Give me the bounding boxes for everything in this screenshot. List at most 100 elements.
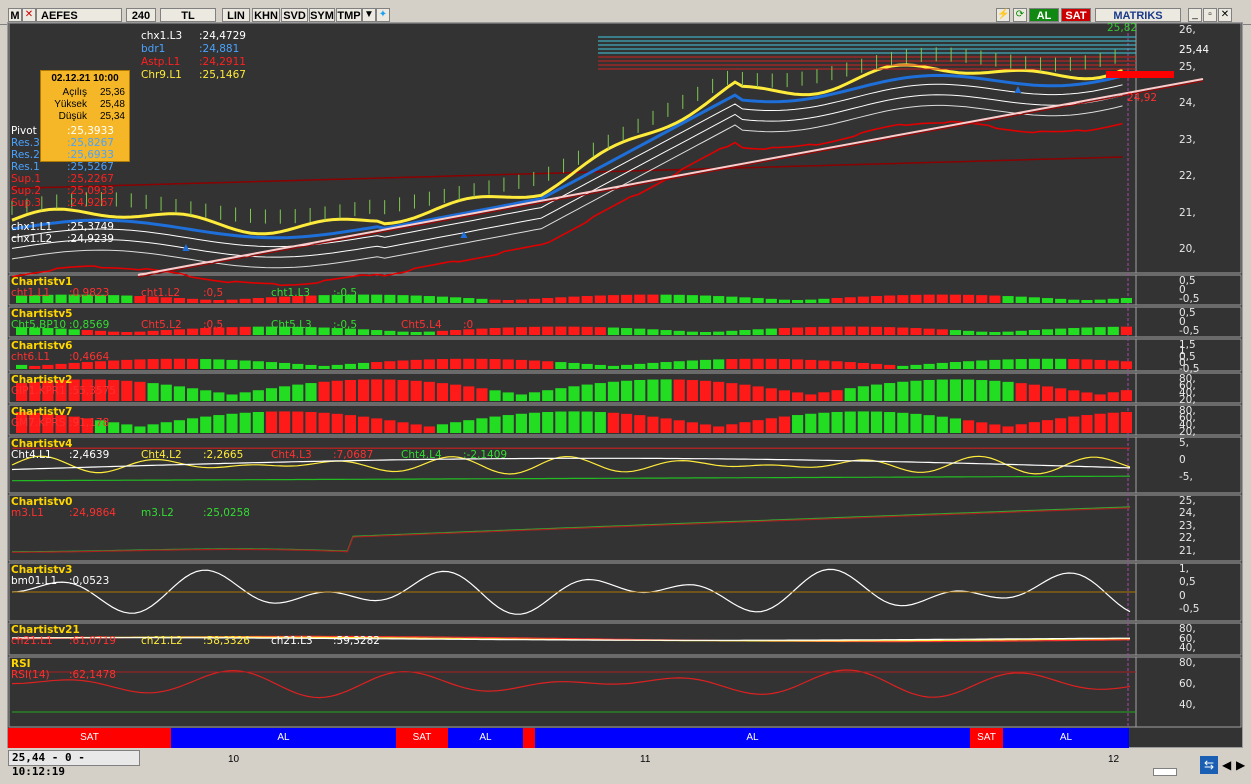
restore-icon[interactable]: ▫ [1203, 8, 1217, 22]
hist-bar [910, 380, 922, 401]
hist-bar [108, 331, 120, 335]
sync-icon[interactable]: ⇆ [1200, 756, 1218, 774]
hist-bar [792, 359, 804, 369]
hist-bar [949, 362, 962, 369]
signal-sat-segment: SAT [396, 728, 448, 748]
hist-bar [213, 392, 225, 401]
symbol-field[interactable]: AEFES [36, 8, 122, 22]
hist-bar [673, 330, 685, 335]
hist-bar [647, 416, 659, 433]
hist-bar [831, 298, 843, 303]
signal-al-segment: AL [1003, 728, 1129, 748]
hist-bar [647, 329, 659, 335]
lightning-icon[interactable]: ⚡ [996, 8, 1010, 22]
hist-bar [699, 424, 712, 433]
menu-icon[interactable]: ✕ [22, 8, 36, 22]
scroll-right-icon[interactable]: ▶ [1236, 758, 1245, 772]
hist-bar [963, 294, 975, 303]
hist-bar [765, 358, 777, 369]
hist-bar [318, 412, 330, 433]
hist-bar [699, 359, 712, 369]
hist-bar [976, 422, 988, 433]
sym-button[interactable]: SYM [309, 8, 335, 22]
menu-button[interactable]: M [8, 8, 22, 22]
twitter-icon[interactable]: ✦ [376, 8, 390, 22]
hist-bar [1055, 358, 1067, 369]
status-bar [0, 750, 1251, 784]
khn-button[interactable]: KHN [252, 8, 280, 22]
hist-bar [476, 298, 488, 303]
hist-bar [81, 418, 93, 433]
hist-bar [160, 330, 172, 335]
hist-bar [410, 424, 422, 433]
hist-bar [976, 295, 988, 303]
hist-bar [213, 415, 225, 433]
hist-bar [94, 420, 107, 433]
hist-bar [1028, 384, 1040, 401]
hist-bar [1002, 359, 1014, 369]
hist-bar [81, 294, 93, 303]
chart-frame[interactable]: ▲ ▲ ▲ [7, 22, 1243, 748]
hist-bar [660, 294, 672, 303]
tmp-button[interactable]: TMP [336, 8, 362, 22]
hist-bar [778, 359, 791, 369]
brand-logo: MATRIKS [1095, 8, 1181, 22]
hist-bar [344, 294, 356, 303]
svd-button[interactable]: SVD [281, 8, 308, 22]
hist-bar [792, 327, 804, 335]
hist-bar [55, 294, 67, 303]
hist-bar [686, 331, 698, 335]
scale-lin-button[interactable]: LIN [222, 8, 250, 22]
hist-bar [936, 416, 948, 433]
dropdown-icon[interactable]: ▼ [362, 8, 376, 22]
refresh-icon[interactable]: ⟳ [1013, 8, 1027, 22]
close-icon[interactable]: ✕ [1218, 8, 1232, 22]
hist-bar [108, 422, 120, 433]
hist-bar [594, 412, 606, 433]
sat-button[interactable]: SAT [1061, 8, 1091, 22]
hist-bar [1068, 299, 1080, 303]
hist-bar [528, 412, 541, 433]
hist-bar [594, 295, 606, 303]
hist-bar [357, 362, 370, 369]
hist-bar [515, 327, 527, 335]
hist-bar [528, 326, 541, 335]
hist-bar [1107, 298, 1119, 303]
hist-bar [1015, 424, 1027, 433]
hist-bar [1002, 331, 1014, 335]
hist-bar [555, 326, 567, 335]
hist-bar [778, 390, 791, 401]
hist-bar [134, 296, 146, 303]
hist-bar [94, 294, 107, 303]
hist-bar [279, 326, 291, 335]
hist-bar [726, 424, 738, 433]
hist-bar [923, 328, 935, 335]
chart-canvas[interactable]: ▲ ▲ ▲ [8, 23, 1242, 747]
hist-bar [660, 330, 672, 335]
hist-bar [489, 390, 501, 401]
currency-button[interactable]: TL [160, 8, 216, 22]
hist-bar [897, 365, 909, 369]
hist-bar [870, 296, 883, 303]
hist-bar [239, 360, 251, 369]
hist-bar [594, 383, 606, 401]
hist-bar [844, 411, 856, 433]
scrollbar-thumb[interactable] [1153, 768, 1177, 776]
hist-bar [870, 384, 883, 401]
hist-bar [1081, 392, 1093, 401]
period-button[interactable]: 240 [126, 8, 156, 22]
hist-bar [423, 381, 435, 401]
hist-bar [568, 386, 580, 401]
minimize-icon[interactable]: _ [1188, 8, 1202, 22]
hist-bar [897, 327, 909, 335]
scroll-left-icon[interactable]: ◀ [1222, 758, 1231, 772]
hist-bar [884, 295, 896, 303]
hist-bar [265, 362, 278, 369]
hist-bar [16, 295, 28, 303]
date-tick: 12 [1108, 754, 1120, 765]
al-button[interactable]: AL [1029, 8, 1059, 22]
hist-bar [805, 299, 817, 303]
hist-bar [884, 327, 896, 335]
hist-bar [384, 420, 396, 433]
hist-bar [450, 297, 462, 303]
